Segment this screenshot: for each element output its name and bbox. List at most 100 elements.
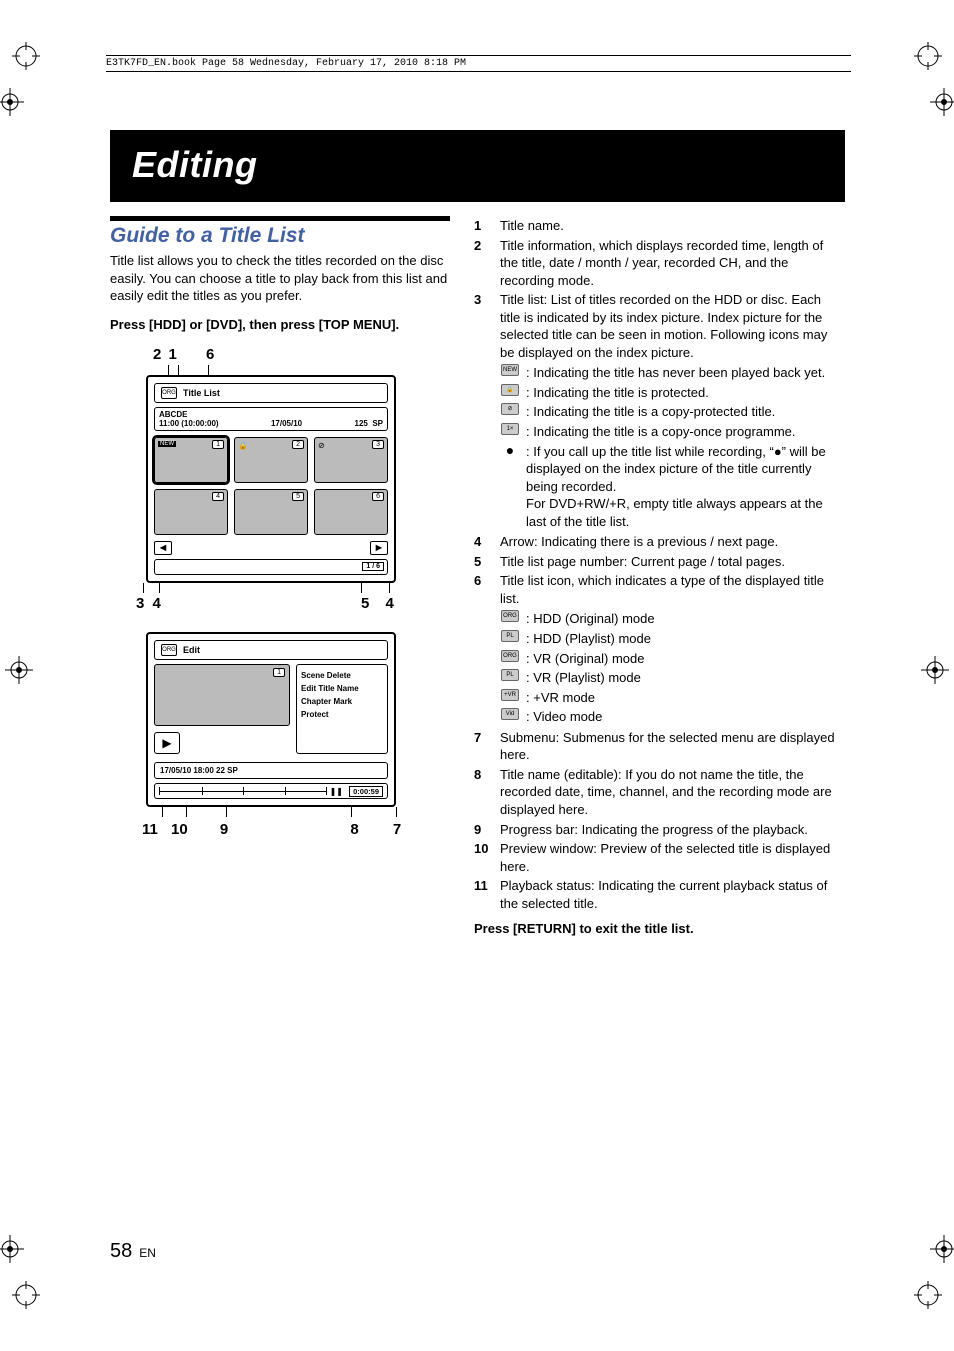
thumbnail-grid: NEW 1 🔒 2 ⊘ 3 4 5 6 — [154, 437, 388, 535]
preview-column: 1 ▶ — [154, 664, 290, 754]
edit-submenu: Scene Delete Edit Title Name Chapter Mar… — [296, 664, 388, 754]
vr-playlist-icon: PL — [500, 669, 520, 687]
callout-11: 11 — [142, 821, 158, 838]
instruction-text: Press [HDD] or [DVD], then press [TOP ME… — [110, 317, 450, 332]
page-arrows: ◄ ► — [154, 541, 388, 555]
title-name: ABCDE — [159, 410, 383, 419]
title-date: 17/05/10 — [271, 419, 302, 428]
thumb-number: 1 — [212, 440, 224, 449]
screen-title: Edit — [183, 645, 200, 655]
icon-legend-list: NEW : Indicating the title has never been… — [500, 363, 844, 531]
title-info-bar: ABCDE 11:00 (10:00:00) 17/05/10 125 SP — [154, 407, 388, 431]
callout-1: 1 — [169, 346, 177, 363]
copy-protect-icon: ⊘ — [500, 403, 520, 421]
mode-desc: : +VR mode — [526, 689, 844, 707]
icon-desc: : If you call up the title list while re… — [526, 444, 826, 494]
crop-mark-icon — [12, 1281, 40, 1309]
copy-protect-icon: ⊘ — [318, 441, 325, 450]
mode-desc: : VR (Playlist) mode — [526, 669, 844, 687]
register-mark-icon — [5, 656, 33, 684]
section-title: Guide to a Title List — [110, 224, 450, 248]
callout-9: 9 — [220, 821, 228, 838]
edit-diagram: ORG Edit 1 ▶ Scene Delete Edit Title Na — [146, 632, 450, 838]
orig-mode-icon: ORG — [161, 387, 177, 399]
title-mode: SP — [372, 419, 383, 428]
thumb-number: 2 — [292, 440, 304, 449]
thumbnail: 🔒 2 — [234, 437, 308, 483]
submenu-item: Chapter Mark — [301, 695, 383, 708]
hdd-orig-icon: ORG — [500, 610, 520, 628]
mode-desc: : HDD (Playlist) mode — [526, 630, 844, 648]
register-mark-icon — [930, 1235, 954, 1263]
crop-mark-icon — [914, 42, 942, 70]
thumb-number: 3 — [372, 440, 384, 449]
thumbnail: 4 — [154, 489, 228, 535]
mode-icon-list: ORG : HDD (Original) mode PL : HDD (Playli… — [500, 609, 844, 726]
video-mode-icon: Vid — [500, 708, 520, 726]
icon-desc: : Indicating the title has never been pl… — [526, 364, 844, 382]
vr-orig-icon: ORG — [500, 650, 520, 668]
title-info-line: 17/05/10 18:00 22 SP — [154, 762, 388, 779]
legend-item: 8Title name (editable): If you do not na… — [474, 765, 844, 820]
mode-desc: : VR (Original) mode — [526, 650, 844, 668]
screen-header: ORG Title List — [154, 383, 388, 403]
legend-item: 10Preview window: Preview of the selecte… — [474, 839, 844, 876]
legend-item: 3 Title list: List of titles recorded on… — [474, 290, 844, 532]
thumbnail: 6 — [314, 489, 388, 535]
legend-item: 6 Title list icon, which indicates a typ… — [474, 571, 844, 727]
legend-item: 9Progress bar: Indicating the progress o… — [474, 820, 844, 840]
screen-title: Title List — [183, 388, 220, 398]
hdd-playlist-icon: PL — [500, 630, 520, 648]
crop-mark-icon — [12, 42, 40, 70]
submenu-item: Scene Delete — [301, 669, 383, 682]
icon-desc: : Indicating the title is a copy-protect… — [526, 403, 844, 421]
register-mark-icon — [921, 656, 949, 684]
callouts-bottom-2: 11 10 9 8 7 — [146, 821, 406, 838]
register-mark-icon — [0, 1235, 24, 1263]
callout-2: 2 — [153, 346, 161, 363]
legend-item: 11Playback status: Indicating the curren… — [474, 876, 844, 913]
chapter-banner: Editing — [110, 130, 845, 202]
title-time: 11:00 (10:00:00) — [159, 419, 219, 428]
icon-desc: : Indicating the title is protected. — [526, 384, 844, 402]
pause-icon: ❚❚ — [330, 787, 343, 796]
register-mark-icon — [0, 88, 24, 116]
preview-thumbnail: 1 — [154, 664, 290, 726]
callout-10: 10 — [171, 821, 188, 838]
thumb-number: 6 — [372, 492, 384, 501]
legend-list: 1Title name. 2Title information, which d… — [474, 216, 844, 913]
orig-mode-icon: ORG — [161, 644, 177, 656]
callout-6: 6 — [206, 346, 214, 363]
mode-desc: : HDD (Original) mode — [526, 610, 844, 628]
page-indicator: 1 / 6 — [362, 562, 384, 571]
thumbnail: NEW 1 — [154, 437, 228, 483]
thumbnail: ⊘ 3 — [314, 437, 388, 483]
screen-header: ORG Edit — [154, 640, 388, 660]
legend-text: Title list icon, which indicates a type … — [500, 573, 824, 606]
next-page-icon: ► — [370, 541, 388, 555]
plus-vr-icon: +VR — [500, 689, 520, 707]
legend-text: Title list: List of titles recorded on t… — [500, 292, 827, 360]
callout-8: 8 — [350, 821, 358, 838]
legend-item: 5Title list page number: Current page / … — [474, 552, 844, 572]
lock-icon: 🔒 — [238, 441, 248, 450]
left-column: Guide to a Title List Title list allows … — [110, 216, 450, 936]
legend-item: 4Arrow: Indicating there is a previous /… — [474, 532, 844, 552]
thumb-number: 5 — [292, 492, 304, 501]
new-icon: NEW — [500, 364, 520, 382]
playback-status-icon: ▶ — [154, 732, 180, 754]
callout-7: 7 — [393, 821, 401, 838]
callouts-top: 2 1 6 — [136, 346, 450, 363]
title-list-diagram: 2 1 6 ORG Title List ABCDE — [136, 346, 450, 612]
edit-screen: ORG Edit 1 ▶ Scene Delete Edit Title Na — [146, 632, 396, 807]
legend-item: 7Submenu: Submenus for the selected menu… — [474, 728, 844, 765]
new-badge-icon: NEW — [158, 441, 176, 447]
callout-3: 3 — [136, 595, 144, 612]
legend-item: 2Title information, which displays recor… — [474, 236, 844, 291]
icon-desc: : Indicating the title is a copy-once pr… — [526, 423, 844, 441]
legend-item: 1Title name. — [474, 216, 844, 236]
callouts-bottom: 3 4 5 4 — [136, 595, 450, 612]
icon-note: For DVD+RW/+R, empty title always appear… — [526, 496, 823, 529]
mode-desc: : Video mode — [526, 708, 844, 726]
page-number: 58 EN — [110, 1240, 156, 1263]
